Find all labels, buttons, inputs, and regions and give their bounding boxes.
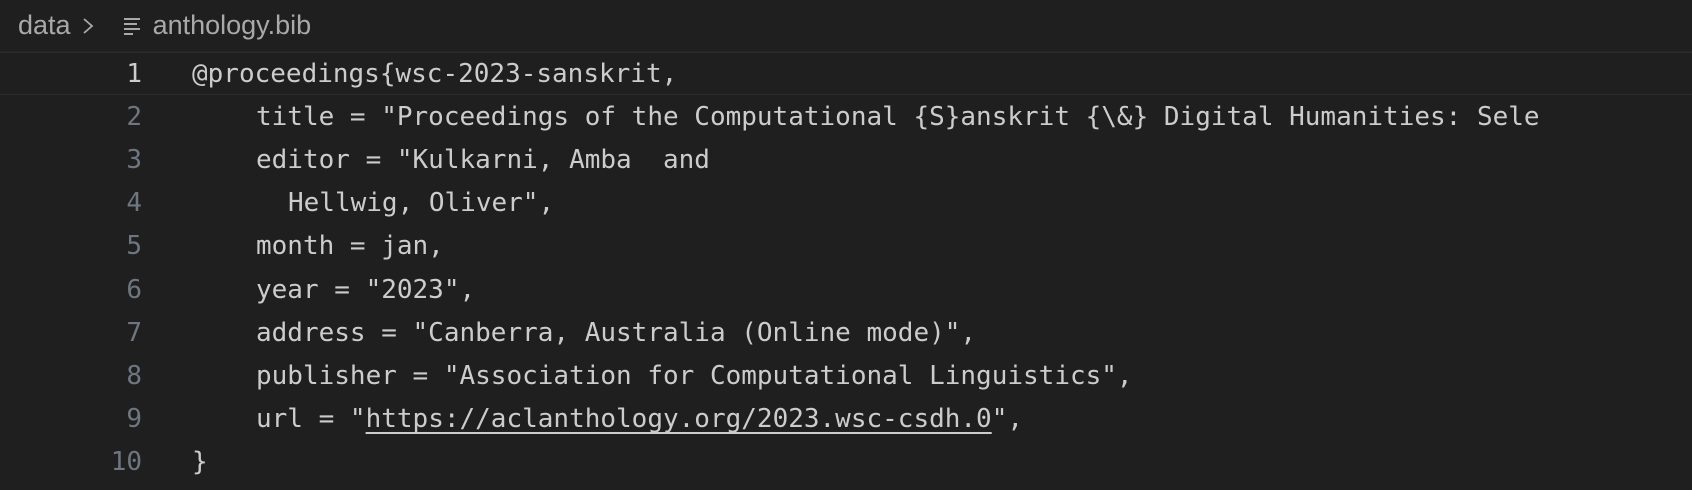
line-number: 6 bbox=[126, 274, 142, 305]
chevron-right-icon bbox=[81, 15, 95, 37]
line-number: 2 bbox=[126, 101, 142, 132]
line-text[interactable]: } bbox=[192, 447, 208, 477]
code-line[interactable]: 2 title = "Proceedings of the Computatio… bbox=[0, 95, 1692, 138]
line-text[interactable]: address = "Canberra, Australia (Online m… bbox=[192, 318, 976, 348]
line-text[interactable]: month = jan, bbox=[192, 231, 444, 261]
line-number: 9 bbox=[126, 404, 142, 435]
line-number: 10 bbox=[110, 447, 142, 478]
code-line[interactable]: 1 @proceedings{wsc-2023-sanskrit, bbox=[0, 52, 1692, 95]
line-text[interactable]: url = "https://aclanthology.org/2023.wsc… bbox=[192, 404, 1023, 434]
line-text[interactable]: title = "Proceedings of the Computationa… bbox=[192, 102, 1540, 132]
url-prefix: url = " bbox=[256, 404, 366, 435]
line-number: 3 bbox=[126, 144, 142, 175]
url-link[interactable]: https://aclanthology.org/2023.wsc-csdh.0 bbox=[366, 404, 992, 434]
code-editor[interactable]: data anthology.bib 1 @proceedings{wsc-20… bbox=[0, 0, 1692, 490]
code-area[interactable]: 1 @proceedings{wsc-2023-sanskrit, 2 titl… bbox=[0, 52, 1692, 490]
code-line[interactable]: 9 url = "https://aclanthology.org/2023.w… bbox=[0, 398, 1692, 441]
code-line[interactable]: 3 editor = "Kulkarni, Amba and bbox=[0, 138, 1692, 181]
line-text[interactable]: publisher = "Association for Computation… bbox=[192, 361, 1133, 391]
line-number: 8 bbox=[126, 360, 142, 391]
code-line[interactable]: 6 year = "2023", bbox=[0, 268, 1692, 311]
line-text[interactable]: editor = "Kulkarni, Amba and bbox=[192, 145, 710, 175]
line-text[interactable]: Hellwig, Oliver", bbox=[192, 188, 554, 218]
line-number: 4 bbox=[126, 188, 142, 219]
code-line[interactable]: 8 publisher = "Association for Computati… bbox=[0, 354, 1692, 397]
line-text[interactable]: year = "2023", bbox=[192, 275, 475, 305]
line-number: 1 bbox=[126, 58, 142, 89]
line-text[interactable]: @proceedings{wsc-2023-sanskrit, bbox=[192, 59, 677, 89]
line-number: 7 bbox=[126, 317, 142, 348]
code-line[interactable]: 5 month = jan, bbox=[0, 225, 1692, 268]
breadcrumb-folder[interactable]: data bbox=[18, 10, 71, 41]
breadcrumb-file[interactable]: anthology.bib bbox=[153, 10, 312, 41]
file-lines-icon bbox=[123, 16, 141, 36]
line-number: 5 bbox=[126, 231, 142, 262]
url-suffix: ", bbox=[991, 404, 1024, 435]
code-line[interactable]: 7 address = "Canberra, Australia (Online… bbox=[0, 311, 1692, 354]
code-line[interactable]: 4 Hellwig, Oliver", bbox=[0, 182, 1692, 225]
breadcrumb: data anthology.bib bbox=[0, 0, 1692, 52]
code-line[interactable]: 10 } bbox=[0, 441, 1692, 484]
